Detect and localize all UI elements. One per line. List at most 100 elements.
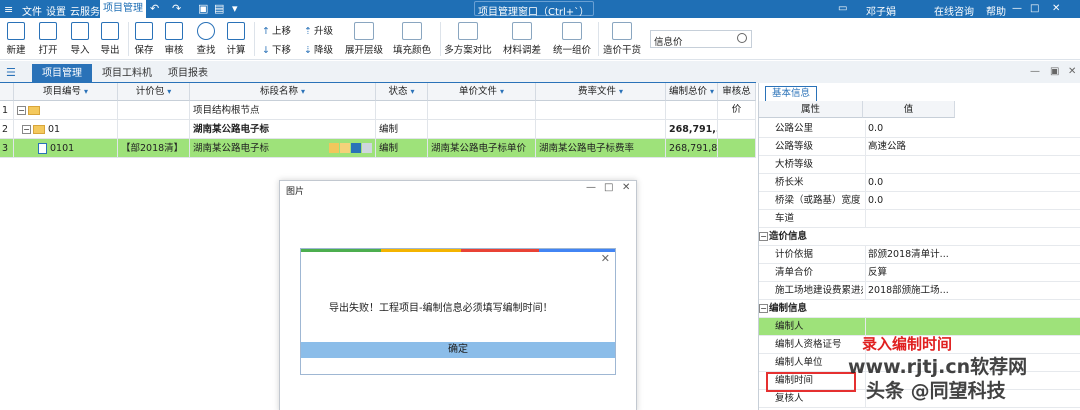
save-quick-icon[interactable]: ▣ — [198, 2, 208, 15]
badge-icon[interactable]: ▭ — [838, 3, 847, 14]
rate-file-cell[interactable]: 湖南某公路电子标费率 — [536, 139, 666, 158]
open-button[interactable]: 打开 — [34, 20, 62, 56]
help-menu[interactable]: 帮助 — [986, 3, 1006, 18]
more-icon[interactable]: ▾ — [232, 2, 238, 15]
property-row[interactable]: 大桥等级 — [759, 156, 1080, 174]
online-consult[interactable]: 在线咨询 — [934, 3, 974, 18]
header-code[interactable]: 项目编号 ▾ — [14, 83, 118, 101]
menu-cloud[interactable]: 云服务 — [70, 3, 100, 18]
new-button[interactable]: 新建 — [2, 20, 30, 56]
window-maximize-icon[interactable]: □ — [604, 182, 613, 193]
property-row[interactable]: 桥梁（或路基）宽度 0.0 — [759, 192, 1080, 210]
property-row[interactable]: 清单合价 反算 — [759, 264, 1080, 282]
dialog-close-icon[interactable]: ✕ — [601, 252, 610, 265]
total-cell[interactable]: 268,791,... — [666, 120, 718, 139]
table-row-selected[interactable]: 3 0101 【部2018清】 湖南某公路电子标 编制 湖南某公路电子标单价 湖… — [0, 139, 756, 158]
demote-button[interactable]: ⇣ 降级 — [304, 42, 333, 56]
user-name[interactable]: 邓子娟 — [866, 3, 896, 18]
redo-icon[interactable]: ↷ — [172, 2, 181, 15]
header-status[interactable]: 状态 ▾ — [376, 83, 428, 101]
search-input[interactable]: 信息价 — [650, 30, 752, 48]
edit-icon[interactable] — [329, 143, 339, 153]
window-minimize-icon[interactable]: — — [586, 182, 596, 193]
code-cell[interactable]: 0101 — [14, 139, 118, 158]
menu-file[interactable]: 文件 — [22, 3, 42, 18]
name-cell[interactable]: 项目结构根节点 — [190, 101, 376, 120]
total-cell[interactable]: 268,791,8... — [666, 139, 718, 158]
export-button[interactable]: 导出 — [96, 20, 124, 56]
price-file-cell[interactable] — [428, 101, 536, 120]
panel-minimize-icon[interactable]: — — [1030, 66, 1040, 77]
collapse-icon[interactable]: − — [22, 125, 31, 134]
fill-color-button[interactable]: 填充颜色 — [392, 20, 432, 56]
tab-project-management[interactable]: 项目管理 — [32, 64, 92, 83]
maximize-icon[interactable]: □ — [1030, 3, 1039, 14]
folder-open-icon[interactable] — [340, 143, 350, 153]
collapse-icon[interactable]: − — [17, 106, 26, 115]
upload-icon[interactable] — [351, 143, 361, 153]
material-adjust-button[interactable]: 材料调差 — [502, 20, 542, 56]
import-button[interactable]: 导入 — [66, 20, 94, 56]
rate-file-cell[interactable] — [536, 120, 666, 139]
property-row[interactable]: 计价依据 部颁2018清单计... — [759, 246, 1080, 264]
calculate-button[interactable]: 计算 — [222, 20, 250, 56]
name-cell[interactable]: 湖南某公路电子标 — [190, 120, 376, 139]
status-cell[interactable]: 编制 — [376, 139, 428, 158]
total-cell[interactable] — [666, 101, 718, 120]
tab-basic-info[interactable]: 基本信息 — [765, 86, 817, 101]
name-cell[interactable]: 湖南某公路电子标 — [190, 139, 376, 158]
move-up-button[interactable]: ↑ 上移 — [262, 23, 291, 37]
menu-settings[interactable]: 设置 — [46, 3, 66, 18]
review-button[interactable]: 审核 — [160, 20, 188, 56]
print-icon[interactable]: ▤ — [214, 2, 224, 15]
mail-icon[interactable] — [362, 143, 372, 153]
status-cell[interactable]: 编制 — [376, 120, 428, 139]
price-file-cell[interactable] — [428, 120, 536, 139]
close-icon[interactable]: ✕ — [1052, 3, 1060, 14]
unify-price-button[interactable]: 统一组价 — [552, 20, 592, 56]
header-rate-file[interactable]: 费率文件 ▾ — [536, 83, 666, 101]
move-down-button[interactable]: ↓ 下移 — [262, 42, 291, 56]
menu-project-management[interactable]: 项目管理 — [100, 0, 146, 18]
promote-button[interactable]: ⇡ 升级 — [304, 23, 333, 37]
package-cell[interactable] — [118, 101, 190, 120]
price-file-cell[interactable]: 湖南某公路电子标单价 — [428, 139, 536, 158]
property-row[interactable]: 桥长米 0.0 — [759, 174, 1080, 192]
audit-cell[interactable] — [718, 120, 756, 139]
list-view-icon[interactable]: ☰ — [6, 66, 16, 79]
multi-compare-button[interactable]: 多方案对比 — [444, 20, 492, 56]
audit-cell[interactable] — [718, 139, 756, 158]
table-row[interactable]: 1 − 项目结构根节点 — [0, 101, 756, 120]
status-cell[interactable] — [376, 101, 428, 120]
collapse-icon[interactable]: − — [759, 304, 768, 313]
save-button[interactable]: 保存 — [130, 20, 158, 56]
magnifier-icon[interactable] — [737, 33, 747, 43]
code-cell[interactable]: − — [14, 101, 118, 120]
tab-project-materials[interactable]: 项目工料机 — [92, 64, 162, 83]
header-package[interactable]: 计价包 ▾ — [118, 83, 190, 101]
header-total[interactable]: 编制总价 ▾ — [666, 83, 718, 101]
window-close-icon[interactable]: ✕ — [622, 182, 630, 193]
package-cell[interactable]: 【部2018清】 — [118, 139, 190, 158]
panel-restore-icon[interactable]: ▣ — [1050, 66, 1059, 77]
collapse-icon[interactable]: − — [759, 232, 768, 241]
property-row[interactable]: 公路等级 高速公路 — [759, 138, 1080, 156]
header-price-file[interactable]: 单价文件 ▾ — [428, 83, 536, 101]
package-cell[interactable] — [118, 120, 190, 139]
property-row[interactable]: 车道 — [759, 210, 1080, 228]
group-cost-info[interactable]: − 造价信息 — [759, 228, 1080, 246]
property-row[interactable]: 施工场地建设费累进办法2018部颁施工场... — [759, 282, 1080, 300]
property-row[interactable]: 公路公里 0.0 — [759, 120, 1080, 138]
audit-cell[interactable] — [718, 101, 756, 120]
tab-project-reports[interactable]: 项目报表 — [158, 64, 218, 83]
header-section-name[interactable]: 标段名称 ▾ — [190, 83, 376, 101]
undo-icon[interactable]: ↶ — [150, 2, 159, 15]
panel-close-icon[interactable]: ✕ — [1068, 66, 1076, 77]
ok-button[interactable]: 确定 — [301, 342, 615, 358]
header-audit-total[interactable]: 审核总价 — [718, 83, 756, 115]
cost-info-button[interactable]: 造价干货 — [602, 20, 642, 56]
rate-file-cell[interactable] — [536, 101, 666, 120]
find-button[interactable]: 查找 — [192, 20, 220, 56]
table-row[interactable]: 2 −01 湖南某公路电子标 编制 268,791,... — [0, 120, 756, 139]
expand-level-button[interactable]: 展开层级 — [344, 20, 384, 56]
